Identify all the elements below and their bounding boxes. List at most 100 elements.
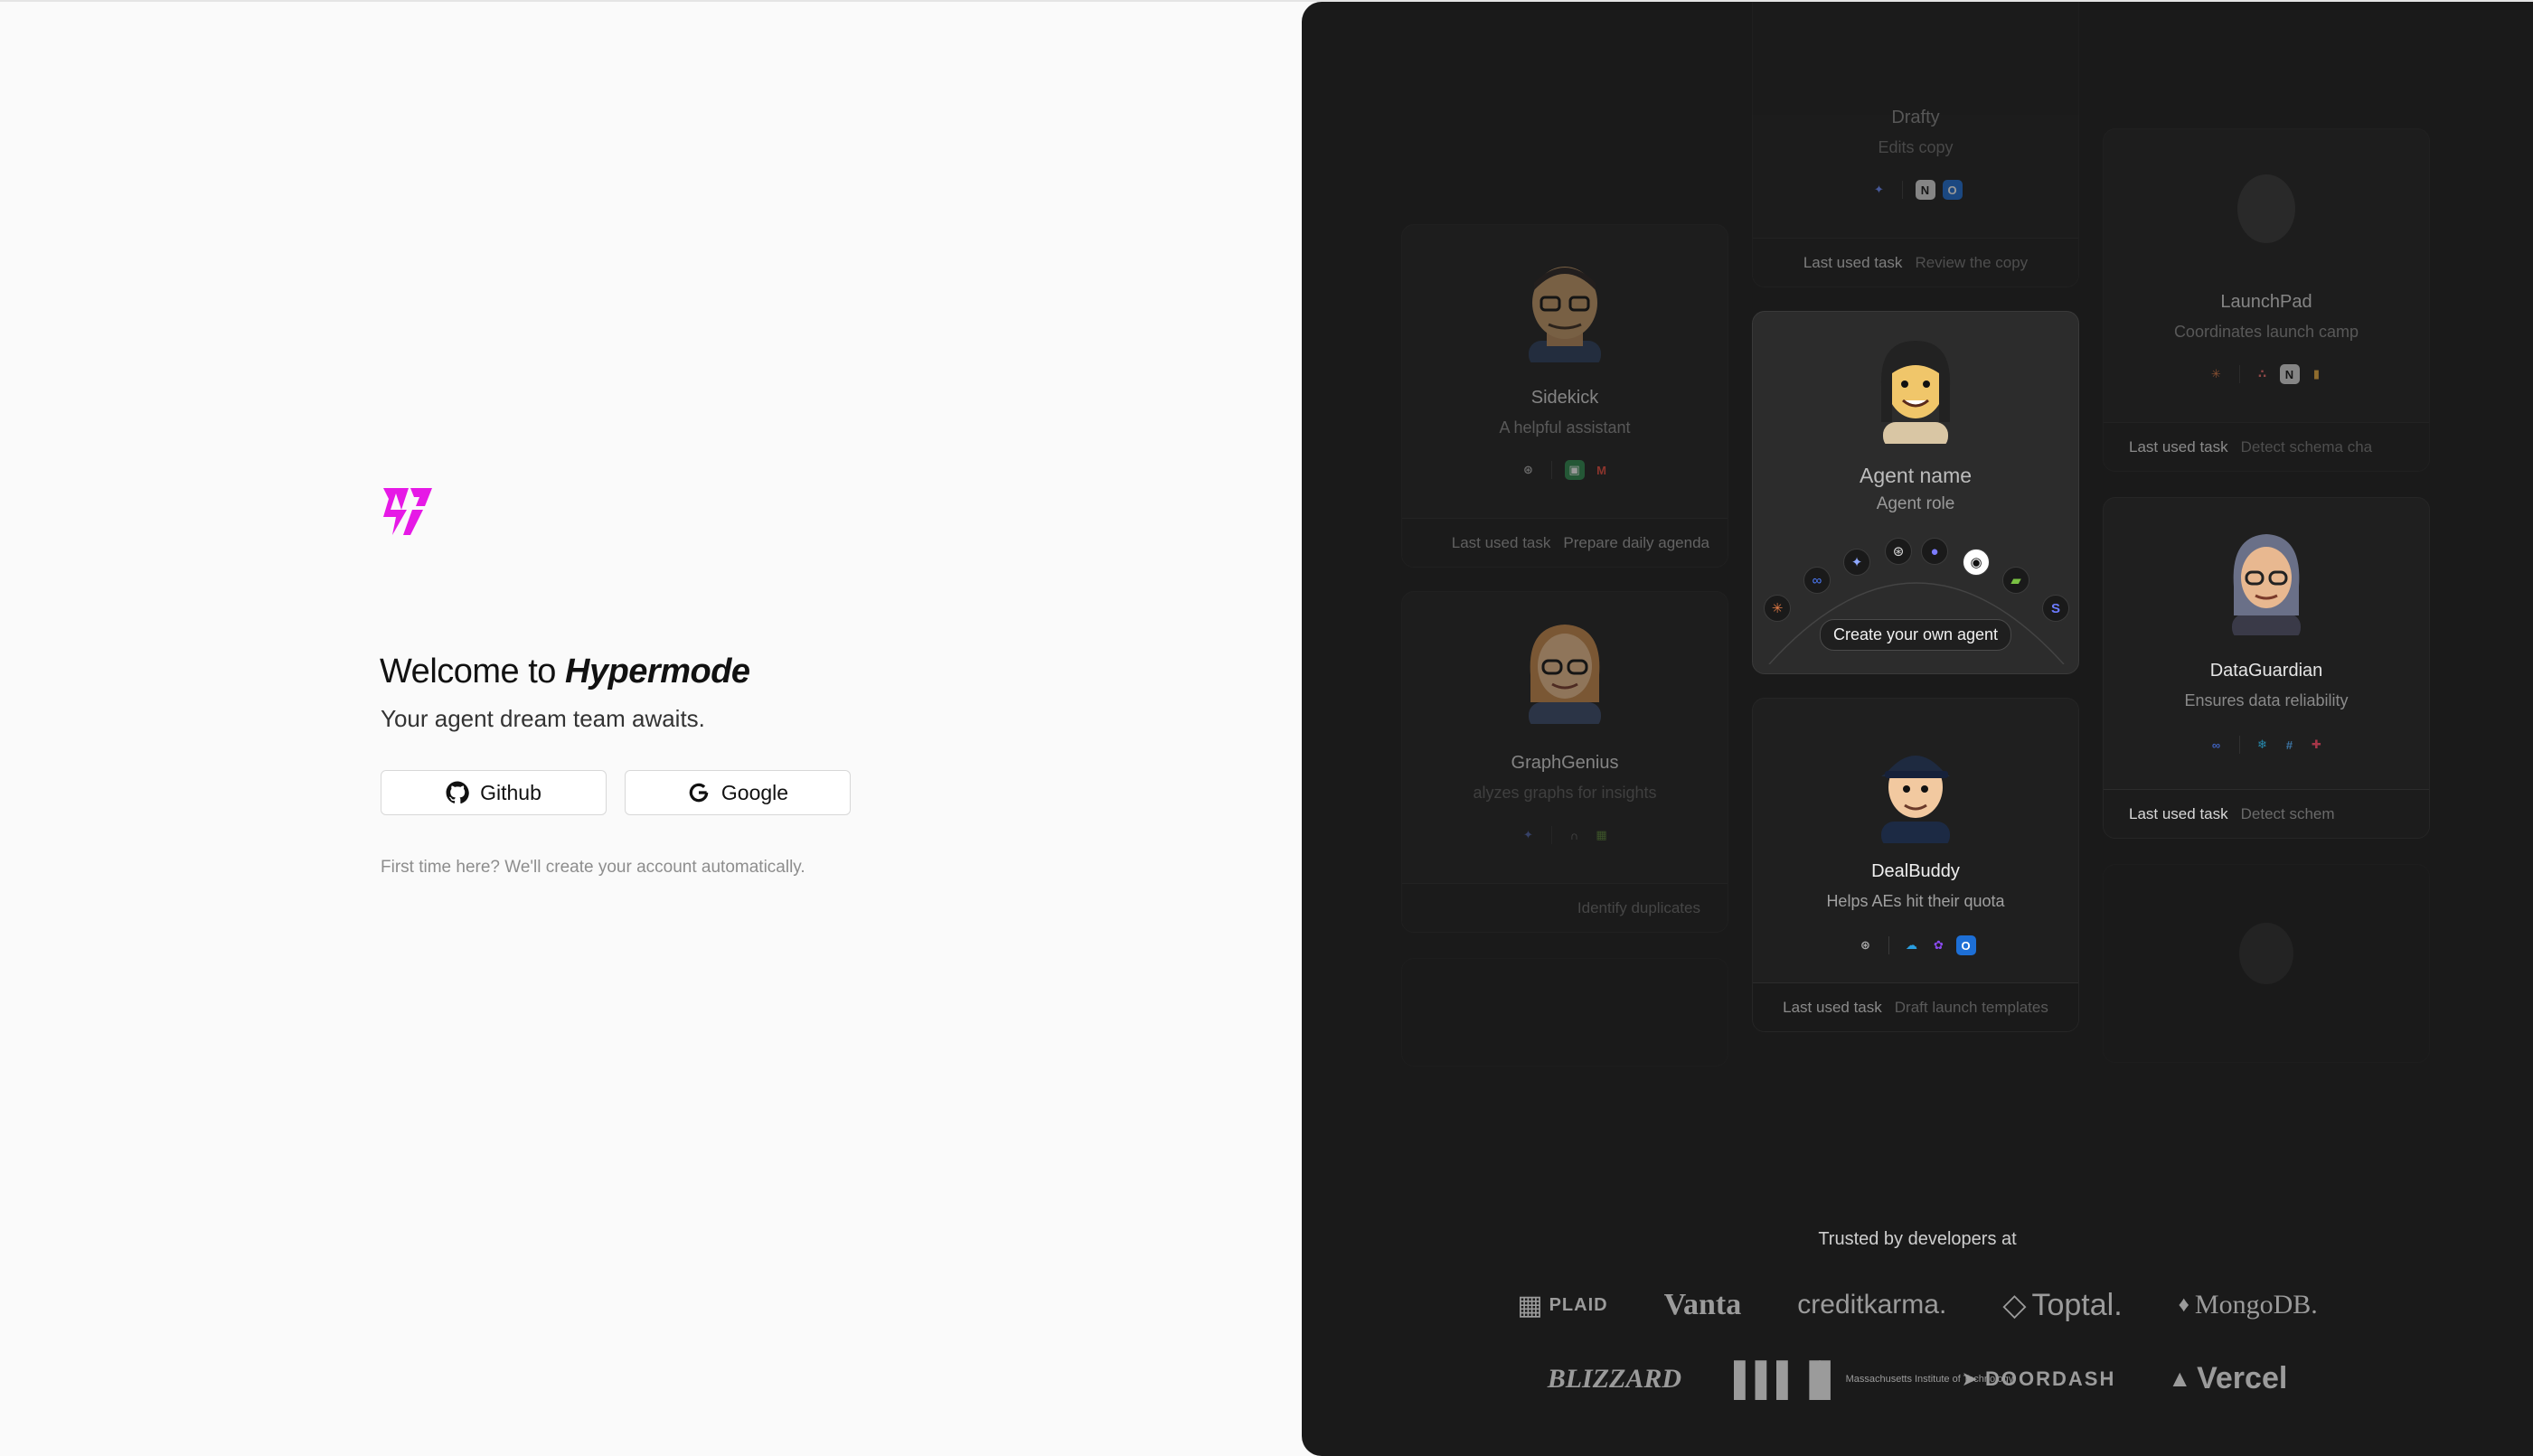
creditkarma-logo: creditkarma. xyxy=(1797,1290,1947,1320)
title-prefix: Welcome to xyxy=(380,653,556,690)
create-agent-card[interactable]: Agent name Agent role ✳ ∞ ✦ ⊛ ● ◉ ▰ S Cr… xyxy=(1752,311,2079,674)
outlook-icon: O xyxy=(1955,935,1976,955)
task-label: Last used task xyxy=(2129,437,2228,456)
create-own-agent-button[interactable]: Create your own agent xyxy=(1819,619,2012,651)
agent-name: Agent name xyxy=(1859,464,1973,487)
agent-role: Helps AEs hit their quota xyxy=(1826,892,2005,910)
chart-icon: ▮ xyxy=(2312,367,2321,380)
task-value: Detect schema cha xyxy=(2240,437,2373,456)
openai-icon: ⊛ xyxy=(1523,463,1533,476)
graphgenius-avatar xyxy=(1529,625,1601,724)
task-value: Review the copy xyxy=(1915,253,2029,271)
slack-icon: # xyxy=(2285,737,2293,752)
mit-logo: ▌▌▌▐▌ Massachusetts Institute of Technol… xyxy=(1734,1359,2014,1397)
sparkle-icon: ✦ xyxy=(1843,549,1870,576)
agent-tools: ✦ N O xyxy=(1753,180,2078,200)
agent-tools: ✦ ∩ ▦ xyxy=(1402,825,1728,845)
page-subtitle: Your agent dream team awaits. xyxy=(381,705,705,732)
agent-card-placeholder xyxy=(1401,958,1728,1066)
launchpad-avatar xyxy=(2237,174,2295,243)
sheets-icon: ▦ xyxy=(1596,828,1607,841)
google-meet-icon: ▣ xyxy=(1564,460,1585,480)
dealbuddy-avatar xyxy=(1881,756,1950,843)
last-used-task: Last used task Draft launch templates xyxy=(1753,982,2078,1031)
toptal-logo: ◇ Toptal. xyxy=(2002,1287,2123,1323)
divider xyxy=(1888,936,1889,954)
google-icon xyxy=(689,783,709,803)
agents-showcase: Drafty Edits copy ✦ N O Last used task R… xyxy=(1302,2,2533,1456)
shopify-icon: ▰ xyxy=(2002,567,2029,594)
last-used-task: Last used task Review the copy xyxy=(1753,238,2078,287)
task-label: Last used task xyxy=(1451,533,1551,551)
toptal-icon: ◇ xyxy=(2002,1288,2027,1322)
agent-tools: ✳ ∴ N ▮ xyxy=(2104,364,2429,384)
agent-name: GraphGenius xyxy=(1511,753,1619,773)
google-login-button[interactable]: Google xyxy=(625,770,851,815)
agent-card-dealbuddy: DealBuddy Helps AEs hit their quota ⊛ ☁ … xyxy=(1752,698,2079,1032)
divider xyxy=(1550,461,1552,479)
gmail-icon: M xyxy=(1596,463,1606,477)
google-label: Google xyxy=(720,780,789,804)
asana-icon: ∴ xyxy=(2257,367,2267,380)
meta-icon: ∞ xyxy=(2211,737,2221,752)
agent-card-launchpad: LaunchPad Coordinates launch camp ✳ ∴ N … xyxy=(2103,128,2430,472)
agent-card-dataguardian: DataGuardian Ensures data reliability ∞ … xyxy=(2103,497,2430,839)
blizzard-logo: BLIZZARD xyxy=(1547,1363,1682,1394)
github-login-button[interactable]: Github xyxy=(381,770,607,815)
task-value: Detect schem xyxy=(2240,804,2335,822)
agent-role: Edits copy xyxy=(1878,138,1954,156)
login-panel: Welcome to Hypermode Your agent dream te… xyxy=(0,0,1302,1456)
last-used-task: Identify duplicates xyxy=(1402,883,1728,932)
openai-icon: ⊛ xyxy=(1860,938,1870,952)
task-label: Last used task xyxy=(1803,253,1903,271)
sparkle-icon: ✦ xyxy=(1523,828,1533,841)
slack-color-icon: ✚ xyxy=(2312,737,2321,751)
github-icon xyxy=(446,781,469,804)
agent-tools: ∞ ❄ # ✚ xyxy=(2104,735,2429,755)
doordash-logo: ➤ DOORDASH xyxy=(1961,1367,2116,1390)
vanta-logo: Vanta xyxy=(1663,1288,1742,1321)
linear-icon: ● xyxy=(1921,538,1948,565)
agent-name: DealBuddy xyxy=(1871,861,1960,881)
plaid-icon: ▦ xyxy=(1517,1290,1544,1320)
sidekick-avatar xyxy=(1529,267,1601,362)
agent-role: alyzes graphs for insights xyxy=(1473,784,1657,802)
vercel-logo: ▲ Vercel xyxy=(2168,1361,2288,1395)
github-icon: ◉ xyxy=(1963,549,1990,576)
trusted-logos-row-2: BLIZZARD ▌▌▌▐▌ Massachusetts Institute o… xyxy=(1302,1361,2533,1396)
leaf-icon: ♦ xyxy=(2178,1292,2189,1317)
agent-role: Agent role xyxy=(1876,494,1955,513)
task-value: Identify duplicates xyxy=(1577,898,1700,916)
divider xyxy=(1550,826,1552,844)
divider xyxy=(1901,181,1903,199)
agent-role: Ensures data reliability xyxy=(2184,691,2349,709)
signup-note: First time here? We'll create your accou… xyxy=(381,858,805,877)
agent-card-drafty: Drafty Edits copy ✦ N O Last used task R… xyxy=(1752,2,2079,287)
meta-icon: ∞ xyxy=(1803,567,1831,594)
agent-tools: ⊛ ☁ ✿ O xyxy=(1753,935,2078,955)
agent-name: DataGuardian xyxy=(2209,661,2323,681)
placeholder-avatar xyxy=(2239,923,2293,984)
page-title: Welcome to Hypermode xyxy=(380,653,750,691)
notion-icon: N xyxy=(1915,180,1935,200)
stripe-icon: S xyxy=(2042,595,2069,622)
trusted-heading: Trusted by developers at xyxy=(1818,1229,2017,1249)
outlook-icon: O xyxy=(1942,180,1963,200)
task-label: Last used task xyxy=(1783,998,1882,1016)
vercel-icon: ▲ xyxy=(2168,1365,2192,1392)
agent-role: Coordinates launch camp xyxy=(2173,323,2359,341)
claude-icon: ✳ xyxy=(2211,367,2221,380)
openai-icon: ⊛ xyxy=(1885,538,1912,565)
agent-card-sidekick: Sidekick A helpful assistant ⊛ ▣ M Last … xyxy=(1401,224,1728,568)
agent-card-graphgenius: GraphGenius alyzes graphs for insights ✦… xyxy=(1401,591,1728,933)
agent-name: Sidekick xyxy=(1530,388,1599,408)
task-value: Prepare daily agenda xyxy=(1563,533,1709,551)
salesforce-icon: ☁ xyxy=(1906,938,1917,952)
agent-name: Drafty xyxy=(1891,108,1940,127)
divider xyxy=(2238,365,2240,383)
divider xyxy=(2238,736,2240,754)
last-used-task: Last used task Detect schema cha xyxy=(2104,422,2429,471)
last-used-task: Last used task Prepare daily agenda xyxy=(1402,518,1728,567)
plaid-logo: ▦ PLAID xyxy=(1517,1290,1608,1320)
last-used-task: Last used task Detect schem xyxy=(2104,789,2429,838)
